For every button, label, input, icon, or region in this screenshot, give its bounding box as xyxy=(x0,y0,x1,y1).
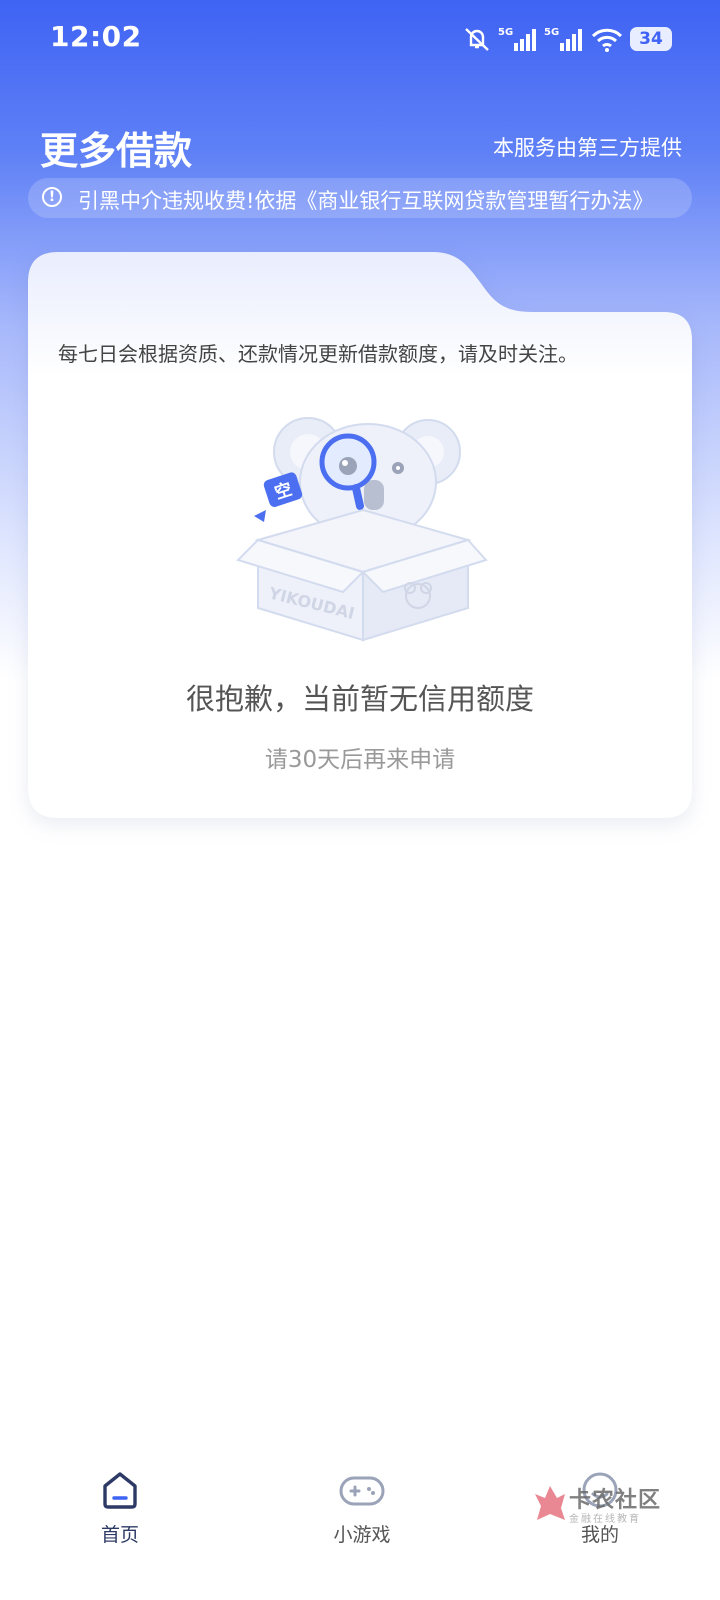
home-icon xyxy=(103,1472,137,1509)
nav-label-home: 首页 xyxy=(100,1524,139,1546)
empty-state-subtitle: 请30天后再来申请 xyxy=(264,747,456,773)
cellular-signal-icon-1: 5G xyxy=(498,27,536,51)
nav-item-home[interactable]: 首页 xyxy=(50,1470,190,1547)
empty-state-koala-illustration: 空 YIKOUDAI xyxy=(236,417,488,642)
provider-note: 本服务由第三方提供 xyxy=(493,136,682,160)
mute-bell-icon xyxy=(465,28,489,51)
network-label-2: 5G xyxy=(544,27,559,38)
status-icons: 5G 5G 34 xyxy=(462,24,672,54)
nav-label-games: 小游戏 xyxy=(333,1524,391,1546)
gamepad-icon xyxy=(339,1476,385,1506)
watermark-logo-icon xyxy=(535,1486,565,1520)
status-bar: 12:02 5G 5G 34 xyxy=(0,0,720,80)
wifi-icon xyxy=(591,28,623,52)
card-description: 每七日会根据资质、还款情况更新借款额度，请及时关注。 xyxy=(58,342,578,366)
watermark-subtext: 金融在线教育 xyxy=(569,1514,641,1525)
page-title: 更多借款 xyxy=(40,129,193,173)
notice-bar[interactable]: ! 引黑中介违规收费!依据《商业银行互联网贷款管理暂行办法》 xyxy=(28,178,692,218)
nav-item-games[interactable]: 小游戏 xyxy=(292,1470,432,1547)
cellular-signal-icon-2: 5G xyxy=(544,27,582,51)
info-icon: ! xyxy=(42,187,62,207)
empty-state-title: 很抱歉，当前暂无信用额度 xyxy=(185,682,534,716)
network-label-1: 5G xyxy=(498,27,513,38)
watermark: 卡农社区 金融在线教育 xyxy=(533,1480,673,1530)
notice-text: 引黑中介违规收费!依据《商业银行互联网贷款管理暂行办法》 xyxy=(78,189,654,213)
credit-card-panel: 每七日会根据资质、还款情况更新借款额度，请及时关注。 空 YIKOUDAI 很抱… xyxy=(28,252,692,830)
status-time: 12:02 xyxy=(50,20,142,53)
battery-indicator: 34 xyxy=(630,27,672,51)
